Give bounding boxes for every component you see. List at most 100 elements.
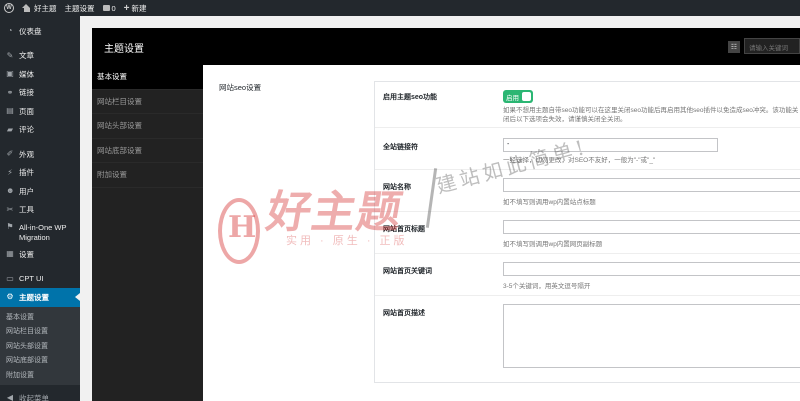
- theme-settings-label: 主题设置: [64, 3, 95, 13]
- form-row-home-description: 网站首页描述: [375, 296, 800, 384]
- submenu-item-basic[interactable]: 基本设置: [0, 310, 80, 325]
- sidebar-item-label: 评论: [19, 125, 34, 135]
- site-name-input[interactable]: [503, 178, 800, 192]
- section-title: 网站seo设置: [219, 83, 262, 92]
- field-label: 网站名称: [383, 184, 411, 191]
- sidebar-item-tools[interactable]: ✂ 工具: [0, 201, 80, 220]
- field-label: 网站首页关键词: [383, 268, 432, 275]
- tab-columns[interactable]: 网站栏目设置: [92, 90, 203, 114]
- user-icon: ☻: [6, 186, 15, 196]
- sidebar-item-appearance[interactable]: ✐ 外观: [0, 145, 80, 164]
- field-label: 网站首页描述: [383, 310, 425, 317]
- home-title-input[interactable]: [503, 220, 800, 234]
- sidebar-item-dashboard[interactable]: ◔ 仪表盘: [0, 22, 80, 41]
- home-keywords-input[interactable]: [503, 262, 800, 276]
- sidebar-item-label: 主题设置: [19, 292, 49, 302]
- site-name-link[interactable]: 好主题: [18, 0, 61, 16]
- field-label: 网站首页标题: [383, 226, 425, 233]
- settings-icon: ▦: [6, 249, 14, 259]
- home-icon: [22, 4, 31, 12]
- toggle-knob: [522, 92, 531, 101]
- form-row-site-name: 网站名称 如不填写则调用wp内置站点标题: [375, 170, 800, 212]
- sidebar-item-label: 链接: [19, 88, 34, 98]
- plus-icon: +: [123, 2, 130, 14]
- sidebar-item-label: 页面: [19, 106, 34, 116]
- wrench-icon: ✂: [6, 204, 14, 214]
- cpt-icon: ▭: [6, 273, 14, 283]
- form-row-home-keywords: 网站首页关键词 3-5个关键词，用英文逗号隔开: [375, 254, 800, 296]
- sidebar-item-users[interactable]: ☻ 用户: [0, 182, 80, 201]
- brush-icon: ✐: [6, 149, 14, 159]
- form-row-separator: 全站链接符 - 一经选择，切勿更改，对SEO不友好，一般为"-"或"_": [375, 128, 800, 170]
- sidebar-item-comments[interactable]: ▰ 评论: [0, 121, 80, 140]
- seo-enable-toggle[interactable]: 启用: [503, 90, 533, 103]
- form-row-seo-toggle: 启用主题seo功能 启用 如果不想用主题自带seo功能可以在这里关闭seo功能后…: [375, 82, 800, 128]
- comments-count: 0: [111, 3, 116, 13]
- link-icon: ⚭: [6, 87, 14, 97]
- sidebar-item-pages[interactable]: ▤ 页面: [0, 102, 80, 121]
- new-content-link[interactable]: + 新建: [120, 0, 151, 16]
- comment-icon: [102, 5, 110, 11]
- tab-extra[interactable]: 附加设置: [92, 163, 203, 188]
- sidebar-item-links[interactable]: ⚭ 链接: [0, 84, 80, 103]
- home-description-textarea[interactable]: [503, 304, 800, 368]
- page-icon: ▤: [6, 106, 14, 116]
- sidebar-item-label: 用户: [19, 186, 34, 196]
- field-hint: 一经选择，切勿更改，对SEO不友好，一般为"-"或"_": [503, 157, 656, 164]
- admin-sidebar: ◔ 仪表盘 ✎ 文章 ▣ 媒体 ⚭ 链接 ▤ 页面 ▰ 评论 ✐ 外观 ⚡ 插件 ☻ 用户 ✂ 工具…: [0, 16, 80, 401]
- sidebar-item-posts[interactable]: ✎ 文章: [0, 47, 80, 66]
- sidebar-item-label: 插件: [19, 168, 34, 178]
- collapse-label: 收起菜单: [19, 393, 49, 401]
- submenu-item-header[interactable]: 网站头部设置: [0, 339, 80, 354]
- sidebar-item-label: 仪表盘: [19, 26, 42, 36]
- sidebar-item-migration[interactable]: ⚑ All-in-One WP Migration: [0, 219, 80, 245]
- list-icon: ☷: [730, 44, 738, 51]
- field-hint: 如不填写则调用wp内置网页副标题: [503, 241, 603, 248]
- field-hint: 如果不想用主题自带seo功能可以在这里关闭seo功能后再启用其他seo插件以免造…: [503, 107, 799, 123]
- comment-icon: ▰: [6, 124, 14, 134]
- gear-icon: ⚙: [6, 292, 14, 302]
- tab-footer[interactable]: 网站底部设置: [92, 139, 203, 163]
- migration-icon: ⚑: [6, 222, 14, 231]
- field-label: 启用主题seo功能: [383, 94, 438, 101]
- sidebar-item-label: 文章: [19, 51, 34, 61]
- field-hint: 3-5个关键词，用英文逗号隔开: [503, 283, 591, 290]
- sidebar-item-plugins[interactable]: ⚡ 插件: [0, 164, 80, 183]
- page-title: 主题设置: [104, 44, 144, 55]
- sidebar-item-label: 媒体: [19, 69, 34, 79]
- sidebar-item-theme-settings[interactable]: ⚙ 主题设置: [0, 288, 80, 307]
- media-icon: ▣: [6, 69, 14, 79]
- wordpress-logo-icon: W: [4, 3, 14, 13]
- sidebar-item-media[interactable]: ▣ 媒体: [0, 65, 80, 84]
- panel-header: 主题设置 ☷ 请输入关键词: [92, 28, 800, 65]
- new-label: 新建: [131, 3, 147, 13]
- tab-basic[interactable]: 基本设置: [92, 65, 203, 90]
- expand-all-button[interactable]: ☷: [728, 41, 740, 53]
- collapse-menu-button[interactable]: ◀ 收起菜单: [0, 389, 80, 401]
- sidebar-item-label: CPT UI: [19, 274, 44, 284]
- sidebar-item-settings[interactable]: ▦ 设置: [0, 245, 80, 264]
- field-label: 全站链接符: [383, 144, 418, 151]
- pin-icon: ✎: [6, 50, 14, 60]
- plugin-icon: ⚡: [7, 167, 13, 177]
- field-hint: 如不填写则调用wp内置站点标题: [503, 199, 596, 206]
- admin-bar: W 好主题 主题设置 0 + 新建: [0, 0, 800, 16]
- comments-link[interactable]: 0: [99, 0, 120, 16]
- wordpress-logo-button[interactable]: W: [0, 0, 18, 16]
- sidebar-item-label: 设置: [19, 249, 34, 259]
- submenu-item-footer[interactable]: 网站底部设置: [0, 353, 80, 368]
- sidebar-item-label: 工具: [19, 205, 34, 215]
- site-name-label: 好主题: [34, 3, 57, 13]
- tab-header[interactable]: 网站头部设置: [92, 114, 203, 139]
- search-input[interactable]: 请输入关键词: [744, 38, 800, 54]
- dashboard-icon: ◔: [7, 26, 13, 36]
- separator-input[interactable]: -: [503, 138, 718, 152]
- submenu-item-columns[interactable]: 网站栏目设置: [0, 324, 80, 339]
- collapse-icon: ◀: [6, 393, 14, 401]
- toggle-state-label: 启用: [506, 95, 519, 102]
- theme-settings-link[interactable]: 主题设置: [61, 0, 99, 16]
- sidebar-item-label: 外观: [19, 149, 34, 159]
- submenu-item-extra[interactable]: 附加设置: [0, 368, 80, 383]
- sidebar-item-cpt-ui[interactable]: ▭ CPT UI: [0, 270, 80, 289]
- settings-tabs: 基本设置 网站栏目设置 网站头部设置 网站底部设置 附加设置: [92, 65, 203, 401]
